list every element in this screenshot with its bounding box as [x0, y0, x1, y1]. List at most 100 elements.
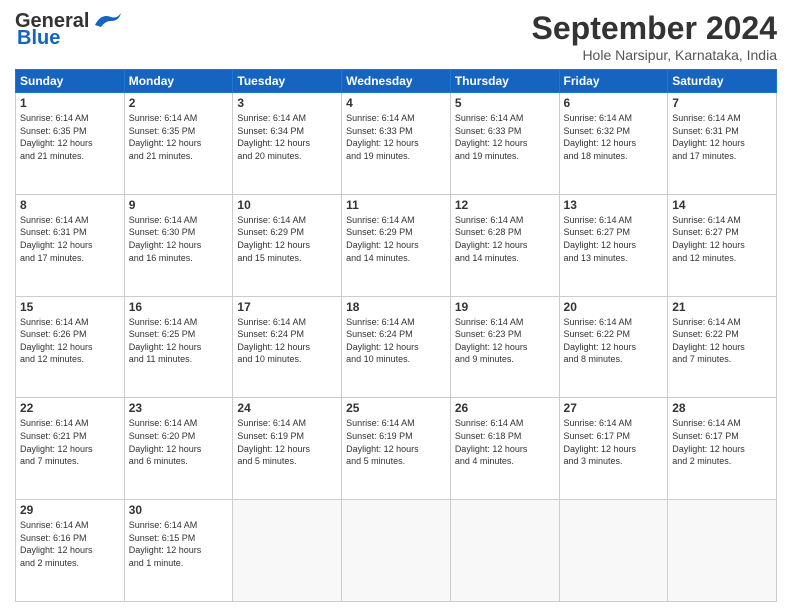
- day-number: 9: [129, 198, 229, 212]
- day-info: Sunrise: 6:14 AM Sunset: 6:20 PM Dayligh…: [129, 417, 229, 467]
- day-number: 4: [346, 96, 446, 110]
- day-number: 14: [672, 198, 772, 212]
- day-number: 26: [455, 401, 555, 415]
- day-info: Sunrise: 6:14 AM Sunset: 6:26 PM Dayligh…: [20, 316, 120, 366]
- day-info: Sunrise: 6:14 AM Sunset: 6:25 PM Dayligh…: [129, 316, 229, 366]
- table-row: 29Sunrise: 6:14 AM Sunset: 6:16 PM Dayli…: [16, 500, 125, 602]
- day-number: 25: [346, 401, 446, 415]
- table-row: [450, 500, 559, 602]
- month-title: September 2024: [532, 10, 777, 47]
- table-row: 27Sunrise: 6:14 AM Sunset: 6:17 PM Dayli…: [559, 398, 668, 500]
- day-info: Sunrise: 6:14 AM Sunset: 6:27 PM Dayligh…: [672, 214, 772, 264]
- day-number: 23: [129, 401, 229, 415]
- col-wednesday: Wednesday: [342, 70, 451, 93]
- day-number: 20: [564, 300, 664, 314]
- day-number: 12: [455, 198, 555, 212]
- header: General Blue September 2024 Hole Narsipu…: [15, 10, 777, 63]
- day-info: Sunrise: 6:14 AM Sunset: 6:33 PM Dayligh…: [346, 112, 446, 162]
- table-row: 8 Sunrise: 6:14 AM Sunset: 6:31 PM Daylig…: [16, 194, 125, 296]
- table-row: 21Sunrise: 6:14 AM Sunset: 6:22 PM Dayli…: [668, 296, 777, 398]
- day-info: Sunrise: 6:14 AM Sunset: 6:21 PM Dayligh…: [20, 417, 120, 467]
- day-number: 15: [20, 300, 120, 314]
- day-number: 18: [346, 300, 446, 314]
- table-row: 28 Sunrise: 6:14 AM Sunset: 6:17 PM Dayli…: [668, 398, 777, 500]
- table-row: 18 Sunrise: 6:14 AM Sunset: 6:24 PM Dayli…: [342, 296, 451, 398]
- table-row: 7 Sunrise: 6:14 AM Sunset: 6:31 PM Daylig…: [668, 93, 777, 195]
- logo-bird-icon: [91, 9, 123, 31]
- calendar-row: 8 Sunrise: 6:14 AM Sunset: 6:31 PM Daylig…: [16, 194, 777, 296]
- day-info: Sunrise: 6:14 AM Sunset: 6:19 PM Dayligh…: [237, 417, 337, 467]
- table-row: 25 Sunrise: 6:14 AM Sunset: 6:19 PM Dayli…: [342, 398, 451, 500]
- day-info: Sunrise: 6:14 AM Sunset: 6:22 PM Dayligh…: [672, 316, 772, 366]
- table-row: 22 Sunrise: 6:14 AM Sunset: 6:21 PM Dayli…: [16, 398, 125, 500]
- day-number: 6: [564, 96, 664, 110]
- day-info: Sunrise: 6:14 AM Sunset: 6:18 PM Dayligh…: [455, 417, 555, 467]
- day-info: Sunrise: 6:14 AM Sunset: 6:32 PM Dayligh…: [564, 112, 664, 162]
- table-row: 30Sunrise: 6:14 AM Sunset: 6:15 PM Dayli…: [124, 500, 233, 602]
- day-number: 22: [20, 401, 120, 415]
- day-number: 28: [672, 401, 772, 415]
- col-thursday: Thursday: [450, 70, 559, 93]
- day-number: 3: [237, 96, 337, 110]
- day-info: Sunrise: 6:14 AM Sunset: 6:31 PM Dayligh…: [672, 112, 772, 162]
- col-saturday: Saturday: [668, 70, 777, 93]
- calendar-row: 1 Sunrise: 6:14 AM Sunset: 6:35 PM Daylig…: [16, 93, 777, 195]
- day-info: Sunrise: 6:14 AM Sunset: 6:17 PM Dayligh…: [564, 417, 664, 467]
- day-info: Sunrise: 6:14 AM Sunset: 6:31 PM Dayligh…: [20, 214, 120, 264]
- table-row: 15 Sunrise: 6:14 AM Sunset: 6:26 PM Dayli…: [16, 296, 125, 398]
- logo-blue: Blue: [17, 27, 60, 50]
- table-row: 2 Sunrise: 6:14 AM Sunset: 6:35 PM Daylig…: [124, 93, 233, 195]
- day-info: Sunrise: 6:14 AM Sunset: 6:33 PM Dayligh…: [455, 112, 555, 162]
- day-info: Sunrise: 6:14 AM Sunset: 6:23 PM Dayligh…: [455, 316, 555, 366]
- day-info: Sunrise: 6:14 AM Sunset: 6:17 PM Dayligh…: [672, 417, 772, 467]
- page: General Blue September 2024 Hole Narsipu…: [0, 0, 792, 612]
- day-info: Sunrise: 6:14 AM Sunset: 6:27 PM Dayligh…: [564, 214, 664, 264]
- calendar-header-row: Sunday Monday Tuesday Wednesday Thursday…: [16, 70, 777, 93]
- day-number: 7: [672, 96, 772, 110]
- table-row: 13Sunrise: 6:14 AM Sunset: 6:27 PM Dayli…: [559, 194, 668, 296]
- table-row: 9 Sunrise: 6:14 AM Sunset: 6:30 PM Daylig…: [124, 194, 233, 296]
- day-number: 16: [129, 300, 229, 314]
- day-info: Sunrise: 6:14 AM Sunset: 6:29 PM Dayligh…: [237, 214, 337, 264]
- table-row: 19 Sunrise: 6:14 AM Sunset: 6:23 PM Dayli…: [450, 296, 559, 398]
- day-info: Sunrise: 6:14 AM Sunset: 6:35 PM Dayligh…: [129, 112, 229, 162]
- day-number: 11: [346, 198, 446, 212]
- day-info: Sunrise: 6:14 AM Sunset: 6:30 PM Dayligh…: [129, 214, 229, 264]
- day-info: Sunrise: 6:14 AM Sunset: 6:28 PM Dayligh…: [455, 214, 555, 264]
- location: Hole Narsipur, Karnataka, India: [532, 47, 777, 63]
- day-info: Sunrise: 6:14 AM Sunset: 6:35 PM Dayligh…: [20, 112, 120, 162]
- col-monday: Monday: [124, 70, 233, 93]
- day-number: 1: [20, 96, 120, 110]
- calendar-row: 15 Sunrise: 6:14 AM Sunset: 6:26 PM Dayli…: [16, 296, 777, 398]
- day-number: 5: [455, 96, 555, 110]
- table-row: 4 Sunrise: 6:14 AM Sunset: 6:33 PM Daylig…: [342, 93, 451, 195]
- day-info: Sunrise: 6:14 AM Sunset: 6:29 PM Dayligh…: [346, 214, 446, 264]
- day-number: 17: [237, 300, 337, 314]
- day-number: 10: [237, 198, 337, 212]
- col-tuesday: Tuesday: [233, 70, 342, 93]
- table-row: 12 Sunrise: 6:14 AM Sunset: 6:28 PM Dayli…: [450, 194, 559, 296]
- day-number: 8: [20, 198, 120, 212]
- day-number: 30: [129, 503, 229, 517]
- table-row: 5 Sunrise: 6:14 AM Sunset: 6:33 PM Daylig…: [450, 93, 559, 195]
- day-info: Sunrise: 6:14 AM Sunset: 6:34 PM Dayligh…: [237, 112, 337, 162]
- day-number: 24: [237, 401, 337, 415]
- table-row: 16 Sunrise: 6:14 AM Sunset: 6:25 PM Dayli…: [124, 296, 233, 398]
- table-row: 20Sunrise: 6:14 AM Sunset: 6:22 PM Dayli…: [559, 296, 668, 398]
- table-row: 26 Sunrise: 6:14 AM Sunset: 6:18 PM Dayli…: [450, 398, 559, 500]
- table-row: 17Sunrise: 6:14 AM Sunset: 6:24 PM Dayli…: [233, 296, 342, 398]
- day-info: Sunrise: 6:14 AM Sunset: 6:19 PM Dayligh…: [346, 417, 446, 467]
- table-row: 23 Sunrise: 6:14 AM Sunset: 6:20 PM Dayli…: [124, 398, 233, 500]
- calendar-row: 29Sunrise: 6:14 AM Sunset: 6:16 PM Dayli…: [16, 500, 777, 602]
- day-number: 19: [455, 300, 555, 314]
- day-info: Sunrise: 6:14 AM Sunset: 6:16 PM Dayligh…: [20, 519, 120, 569]
- table-row: 6 Sunrise: 6:14 AM Sunset: 6:32 PM Daylig…: [559, 93, 668, 195]
- table-row: 10 Sunrise: 6:14 AM Sunset: 6:29 PM Dayli…: [233, 194, 342, 296]
- col-sunday: Sunday: [16, 70, 125, 93]
- day-info: Sunrise: 6:14 AM Sunset: 6:24 PM Dayligh…: [346, 316, 446, 366]
- logo: General Blue: [15, 10, 123, 50]
- col-friday: Friday: [559, 70, 668, 93]
- table-row: 11 Sunrise: 6:14 AM Sunset: 6:29 PM Dayli…: [342, 194, 451, 296]
- day-number: 2: [129, 96, 229, 110]
- table-row: [668, 500, 777, 602]
